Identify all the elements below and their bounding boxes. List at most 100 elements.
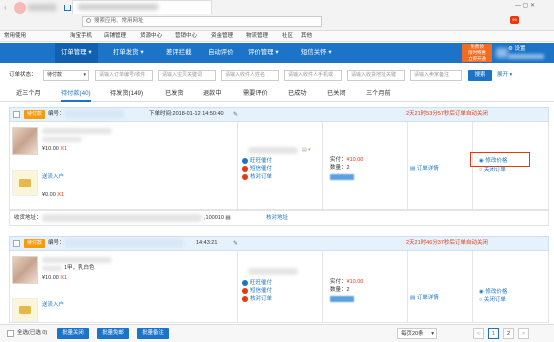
tab-need-review[interactable]: 需要评价 bbox=[243, 87, 268, 102]
order-number-input[interactable]: 请输入订单编号/收件 bbox=[95, 70, 153, 81]
verify-address-link[interactable]: 核对地址 bbox=[266, 215, 288, 222]
settings-link[interactable]: ⚙ 设置 bbox=[508, 46, 525, 53]
close-order-link[interactable]: ○ 关闭订单 bbox=[479, 167, 506, 174]
order-time: 下单时间:2018-01-12 14:50:40 bbox=[149, 111, 224, 117]
nav-order-management[interactable]: 订单管理 ▾ bbox=[55, 43, 98, 63]
keyword-input[interactable]: 请输入宝贝关键词 bbox=[158, 70, 216, 81]
buyer-info-icons[interactable]: ▤ ▾ bbox=[302, 147, 322, 154]
close-order-link[interactable]: ○ 关闭订单 bbox=[479, 297, 506, 304]
modify-price-link[interactable]: ◉ 修改价格 bbox=[479, 158, 507, 165]
bookmark-0[interactable]: 常用使用 bbox=[4, 33, 26, 40]
profile-avatar[interactable] bbox=[14, 2, 26, 14]
status-badge: 待付款 bbox=[24, 239, 46, 248]
batch-note-button[interactable]: 批量备注 bbox=[137, 328, 169, 339]
select-all-label: 全选(已选 0) bbox=[17, 330, 48, 336]
seller-note-input[interactable]: 请输入卖家备注 bbox=[410, 70, 462, 81]
product-price: ¥10.00 X1 bbox=[42, 146, 68, 152]
order-detail-link[interactable]: ▤ 订单详情 bbox=[410, 295, 439, 302]
receiver-phone-input[interactable]: 请输入收件人手机或 bbox=[284, 70, 342, 81]
tab-three-months[interactable]: 近三个月 bbox=[16, 87, 41, 102]
tab-shipped[interactable]: 已发货 bbox=[165, 87, 184, 102]
order-detail-link[interactable]: ▤ 订单详情 bbox=[410, 166, 439, 173]
bookmark-4[interactable]: 营销中心 bbox=[175, 33, 197, 40]
tab-closed[interactable]: 已关闭 bbox=[327, 87, 346, 102]
prev-page[interactable]: < bbox=[473, 328, 484, 339]
select-all-checkbox[interactable] bbox=[7, 330, 14, 337]
edit-icon[interactable]: ✎ bbox=[233, 111, 238, 118]
page-size-select[interactable]: 每页20条 ▾ bbox=[397, 328, 437, 339]
status-badge: 待付款 bbox=[24, 110, 46, 119]
sms-icon[interactable] bbox=[242, 288, 248, 294]
order-number-label: 编号： bbox=[48, 111, 65, 117]
verify-icon[interactable] bbox=[242, 296, 248, 302]
bookmark-8[interactable]: 其他 bbox=[301, 33, 312, 40]
bookmark-2[interactable]: 店铺管理 bbox=[104, 33, 126, 40]
order-time: 14:43:21 bbox=[196, 240, 218, 246]
bookmark-7[interactable]: 社区 bbox=[282, 33, 293, 40]
postcode: ,100010 ▤ bbox=[204, 215, 231, 221]
verify-order[interactable]: 核对订单 bbox=[250, 296, 272, 303]
bookmark-3[interactable]: 货源中心 bbox=[140, 33, 162, 40]
nav-sms-care[interactable]: 短信关怀 ▾ bbox=[295, 43, 338, 63]
truck-icon bbox=[19, 306, 31, 314]
nav-print-ship[interactable]: 打单发货 ▾ bbox=[107, 43, 150, 63]
buyer-name-redacted bbox=[248, 268, 298, 275]
product-price: ¥10.00 X1 bbox=[42, 275, 68, 281]
product-sku: 1甲，乳白色 bbox=[64, 265, 95, 271]
receiver-name-input[interactable]: 请输入收件人姓名 bbox=[221, 70, 279, 81]
tab-older[interactable]: 三个月前 bbox=[366, 87, 391, 102]
bookmark-6[interactable]: 物流管理 bbox=[246, 33, 268, 40]
order-checkbox[interactable] bbox=[13, 240, 20, 247]
browser-toolbar: ‹ 搜索应用、常用网址 — ▢ ✕ 99 bbox=[0, 0, 554, 31]
verify-icon[interactable] bbox=[242, 174, 248, 180]
gift-title[interactable]: 送流入户 bbox=[42, 302, 64, 309]
status-select[interactable]: 待付款 ▾ bbox=[43, 70, 89, 81]
product-image[interactable] bbox=[12, 256, 38, 284]
address-input[interactable]: 请输入收货地址关键 bbox=[347, 70, 405, 81]
wangwang-icon[interactable] bbox=[242, 280, 248, 286]
search-button[interactable]: 搜索 bbox=[468, 70, 492, 81]
divider bbox=[472, 251, 473, 323]
back-icon[interactable]: ‹ bbox=[4, 3, 13, 12]
batch-free-shipping-button[interactable]: 批量免邮 bbox=[97, 328, 129, 339]
gift-title[interactable]: 送流入户 bbox=[42, 174, 64, 181]
tab-pending-payment[interactable]: 待付款(40) bbox=[61, 87, 91, 102]
page-2[interactable]: 2 bbox=[503, 328, 514, 339]
sms-remind[interactable]: 短信催付 bbox=[250, 166, 272, 173]
tab-pending-shipment[interactable]: 待发货(149) bbox=[110, 87, 143, 102]
next-page[interactable]: > bbox=[518, 328, 529, 339]
modify-price-link[interactable]: ◉ 修改价格 bbox=[479, 289, 507, 296]
paid-amount: 实付：¥10.00 bbox=[330, 279, 364, 285]
wangwang-remind[interactable]: 旺旺催付 bbox=[250, 280, 272, 287]
bookmark-5[interactable]: 资金管理 bbox=[211, 33, 233, 40]
bookmark-1[interactable]: 淘宝手机 bbox=[70, 33, 92, 40]
item-count: 数量：2 bbox=[330, 165, 350, 171]
sms-icon[interactable] bbox=[242, 166, 248, 172]
wangwang-icon[interactable] bbox=[242, 158, 248, 164]
sms-remind[interactable]: 短信催付 bbox=[250, 288, 272, 295]
tab-completed[interactable]: 已成功 bbox=[288, 87, 307, 102]
nav-bad-review[interactable]: 差评拦截 bbox=[160, 43, 198, 63]
page-1[interactable]: 1 bbox=[488, 328, 499, 339]
nav-auto-review[interactable]: 自动评价 bbox=[202, 43, 240, 63]
nav-review-management[interactable]: 评价管理 ▾ bbox=[242, 43, 285, 63]
tab-blur bbox=[78, 4, 158, 10]
notification-badge[interactable]: 99 bbox=[510, 16, 519, 24]
home-icon[interactable] bbox=[64, 5, 71, 11]
product-image[interactable] bbox=[12, 127, 38, 155]
order-checkbox[interactable] bbox=[13, 111, 20, 118]
edit-icon[interactable]: ✎ bbox=[233, 240, 238, 247]
batch-close-button[interactable]: 批量关闭 bbox=[57, 328, 89, 339]
promo-banner[interactable]: 免费领 限时特惠 立即开通 bbox=[462, 44, 492, 62]
window-controls[interactable]: — ▢ ✕ bbox=[515, 2, 551, 10]
verify-order[interactable]: 核对订单 bbox=[250, 174, 272, 181]
wangwang-remind[interactable]: 旺旺催付 bbox=[250, 158, 272, 165]
order-number-redacted bbox=[64, 239, 184, 247]
expand-link[interactable]: 展开 ▾ bbox=[497, 72, 512, 79]
payment-tag bbox=[330, 296, 354, 302]
address-label: 收货地址： bbox=[14, 215, 42, 221]
gift-price: ¥0.00 X1 bbox=[42, 192, 65, 198]
divider bbox=[407, 122, 408, 210]
product-sku-redacted bbox=[42, 266, 62, 271]
tab-refunding[interactable]: 退款中 bbox=[203, 87, 222, 102]
